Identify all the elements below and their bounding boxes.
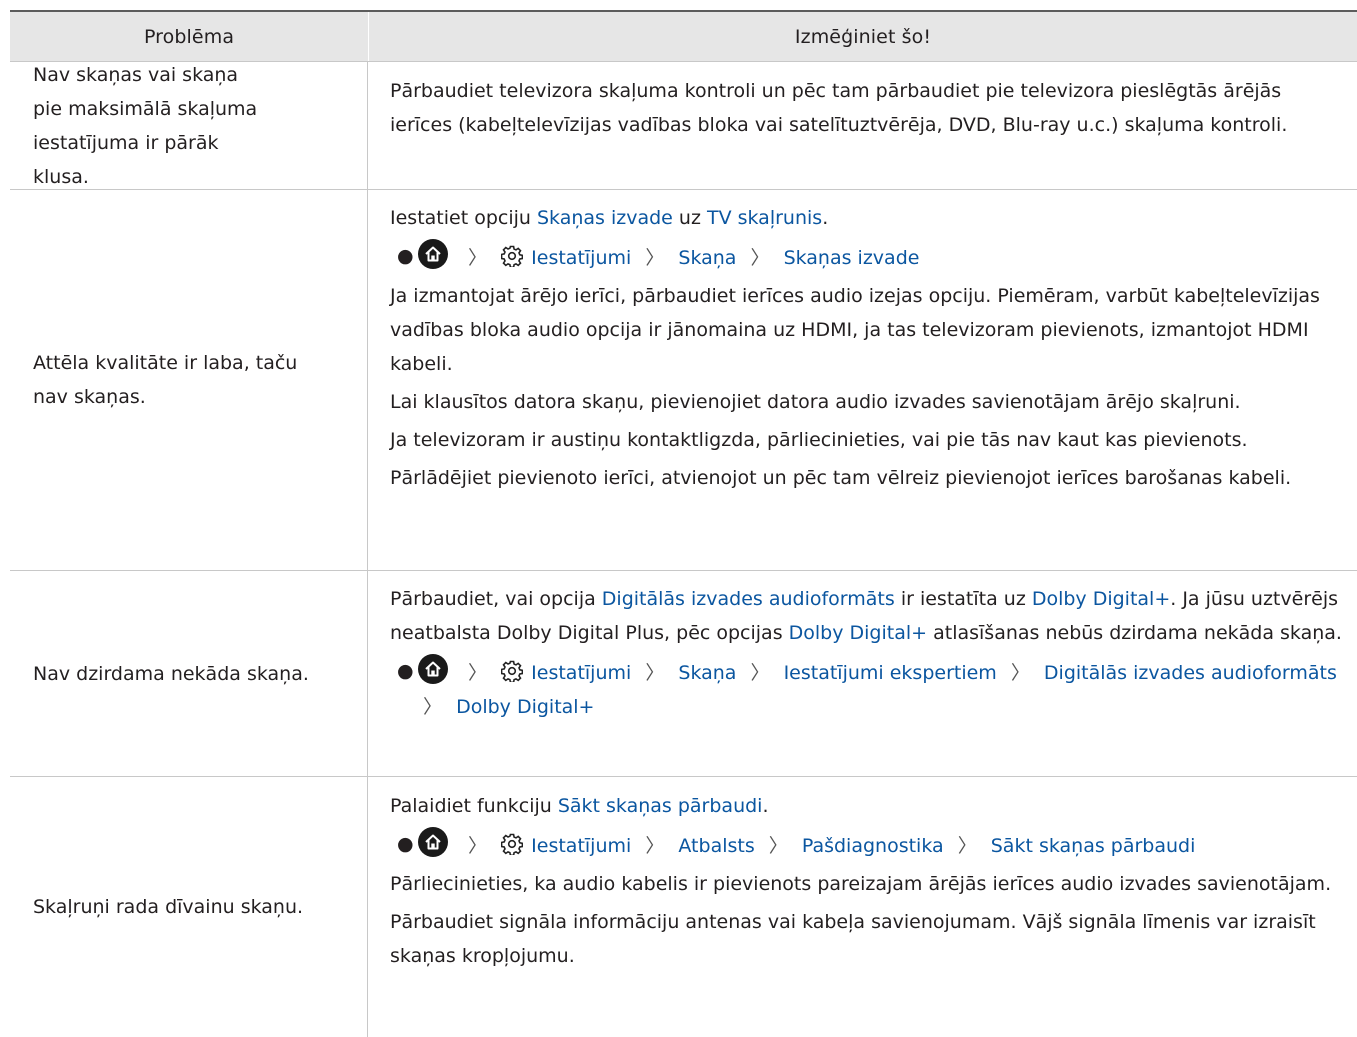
solution-cell: Pārbaudiet televizora skaļuma kontroli u…: [368, 62, 1357, 189]
link-skanas-izvade[interactable]: Skaņas izvade: [537, 207, 673, 229]
home-icon: [418, 654, 448, 684]
gear-icon: [501, 245, 524, 267]
text-span: ir iestatīta uz: [894, 588, 1032, 610]
link-digital-output-format[interactable]: Digitālās izvades audioformāts: [602, 588, 895, 610]
home-icon: [418, 827, 448, 857]
path-item-self-diagnosis[interactable]: Pašdiagnostika: [802, 835, 944, 857]
path-item-sound[interactable]: Skaņa: [678, 662, 736, 684]
menu-path-items: 〉 Iestatījumi 〉 Skaņa 〉 Skaņas izvade: [415, 239, 1343, 275]
solution-text: Pārbaudiet, vai opcija Digitālās izvades…: [390, 582, 1343, 650]
chevron-right-icon: 〉: [645, 662, 665, 684]
path-item-sound[interactable]: Skaņa: [678, 247, 736, 269]
home-icon: [418, 239, 448, 269]
solution-text: Lai klausītos datora skaņu, pievienojiet…: [390, 391, 1241, 413]
link-start-sound-test[interactable]: Sākt skaņas pārbaudi: [558, 795, 763, 817]
solution-text: Pārliecinieties, ka audio kabelis ir pie…: [390, 873, 1332, 895]
gear-icon: [501, 833, 524, 855]
path-item-digital-output-format[interactable]: Digitālās izvades audioformāts: [1044, 662, 1337, 684]
chevron-right-icon: 〉: [750, 247, 770, 269]
text-span: Palaidiet funkciju: [390, 795, 558, 817]
problem-text: Nav dzirdama nekāda skaņa.: [33, 662, 309, 685]
bullet-dot: ●: [397, 833, 414, 855]
problem-text: Nav skaņas vai skaņa pie maksimālā skaļu…: [33, 63, 258, 188]
solution-text: Pārbaudiet televizora skaļuma kontroli u…: [390, 80, 1288, 136]
problem-text: Skaļruņi rada dīvainu skaņu.: [33, 896, 304, 918]
chevron-right-icon: 〉: [423, 696, 443, 718]
path-item-settings[interactable]: Iestatījumi: [531, 835, 631, 857]
table-header: Problēma Izmēģiniet šo!: [10, 10, 1357, 62]
header-problem: Problēma: [10, 12, 369, 61]
solution-cell: Palaidiet funkciju Sākt skaņas pārbaudi.…: [368, 777, 1357, 1037]
problem-cell: Nav skaņas vai skaņa pie maksimālā skaļu…: [10, 62, 368, 189]
chevron-right-icon: 〉: [468, 835, 488, 857]
solution-text: Iestatiet opciju Skaņas izvade uz TV ska…: [390, 201, 1343, 235]
table-row: Nav dzirdama nekāda skaņa. Pārbaudiet, v…: [10, 571, 1357, 777]
problem-cell: Skaļruņi rada dīvainu skaņu.: [10, 777, 368, 1037]
chevron-right-icon: 〉: [645, 247, 665, 269]
menu-path-items: 〉 Iestatījumi 〉 Skaņa 〉 Iestatījumi eksp…: [415, 654, 1343, 724]
path-item-settings[interactable]: Iestatījumi: [531, 247, 631, 269]
solution-text: Pārbaudiet signāla informāciju antenas v…: [390, 911, 1316, 967]
solution-text: Ja televizoram ir austiņu kontaktligzda,…: [390, 429, 1248, 451]
text-span: .: [762, 795, 769, 817]
header-solution: Izmēģiniet šo!: [794, 25, 932, 48]
text-span: uz: [672, 207, 707, 229]
problem-cell: Attēla kvalitāte ir laba, taču nav skaņa…: [10, 190, 368, 570]
path-item-support[interactable]: Atbalsts: [678, 835, 754, 857]
chevron-right-icon: 〉: [750, 662, 770, 684]
link-dolby-digital-plus[interactable]: Dolby Digital+: [789, 622, 927, 644]
path-item-sound-output[interactable]: Skaņas izvade: [784, 247, 920, 269]
menu-path: ● 〉 Iestatījumi 〉 Atbalsts 〉 Pašdiagnost…: [390, 827, 1343, 863]
chevron-right-icon: 〉: [957, 835, 977, 857]
link-dolby-digital-plus[interactable]: Dolby Digital+: [1032, 588, 1170, 610]
problem-text: Attēla kvalitāte ir laba, taču nav skaņa…: [33, 352, 298, 408]
bullet-dot: ●: [397, 660, 414, 682]
path-item-dolby-digital-plus[interactable]: Dolby Digital+: [456, 696, 594, 718]
table-row: Attēla kvalitāte ir laba, taču nav skaņa…: [10, 190, 1357, 571]
chevron-right-icon: 〉: [768, 835, 788, 857]
text-span: Pārbaudiet, vai opcija: [390, 588, 602, 610]
solution-cell: Pārbaudiet, vai opcija Digitālās izvades…: [368, 571, 1357, 776]
menu-path-items: 〉 Iestatījumi 〉 Atbalsts 〉 Pašdiagnostik…: [415, 827, 1343, 863]
menu-path: ● 〉 Iestatījumi 〉 Skaņa 〉 Iestatījumi ek…: [390, 654, 1343, 724]
troubleshooting-table: Problēma Izmēģiniet šo! Nav skaņas vai s…: [10, 10, 1357, 1037]
solution-text: Ja izmantojat ārējo ierīci, pārbaudiet i…: [390, 285, 1320, 375]
chevron-right-icon: 〉: [468, 662, 488, 684]
text-span: Iestatiet opciju: [390, 207, 537, 229]
path-item-expert-settings[interactable]: Iestatījumi ekspertiem: [784, 662, 997, 684]
path-item-settings[interactable]: Iestatījumi: [531, 662, 631, 684]
chevron-right-icon: 〉: [468, 247, 488, 269]
gear-icon: [501, 660, 524, 682]
text-span: atlasīšanas nebūs dzirdama nekāda skaņa.: [927, 622, 1342, 644]
bullet-dot: ●: [397, 245, 414, 267]
table-row: Skaļruņi rada dīvainu skaņu. Palaidiet f…: [10, 777, 1357, 1037]
menu-path: ● 〉 Iestatījumi 〉 Skaņa 〉 Skaņas izvade: [390, 239, 1343, 275]
chevron-right-icon: 〉: [645, 835, 665, 857]
table-row: Nav skaņas vai skaņa pie maksimālā skaļu…: [10, 62, 1357, 190]
link-tv-skalrunis[interactable]: TV skaļrunis: [707, 207, 822, 229]
solution-cell: Iestatiet opciju Skaņas izvade uz TV ska…: [368, 190, 1357, 570]
path-item-start-sound-test[interactable]: Sākt skaņas pārbaudi: [991, 835, 1196, 857]
problem-cell: Nav dzirdama nekāda skaņa.: [10, 571, 368, 776]
chevron-right-icon: 〉: [1010, 662, 1030, 684]
solution-text: Pārlādējiet pievienoto ierīci, atvienojo…: [390, 467, 1292, 489]
text-span: .: [822, 207, 829, 229]
solution-text: Palaidiet funkciju Sākt skaņas pārbaudi.: [390, 789, 1343, 823]
